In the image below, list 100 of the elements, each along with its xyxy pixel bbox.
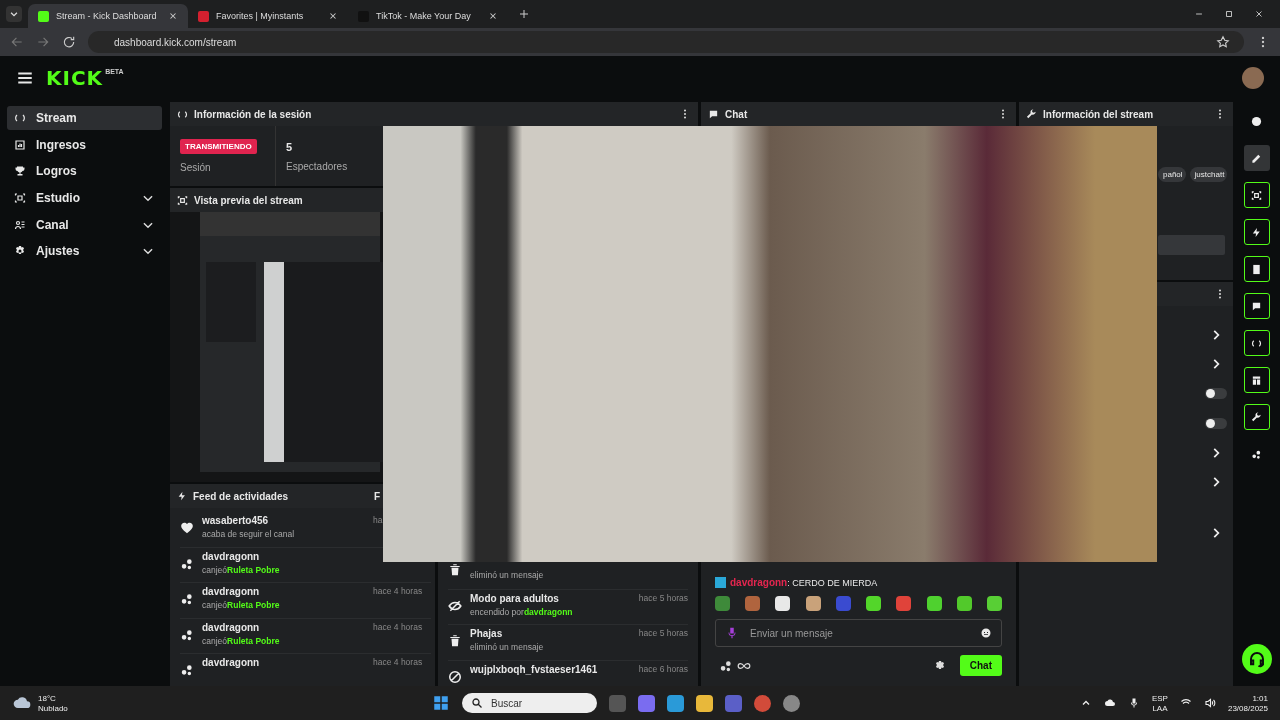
send-button[interactable]: Chat — [959, 655, 1002, 676]
username: davdragonn — [202, 657, 261, 668]
tag[interactable]: justchatt — [1189, 167, 1228, 182]
input-field[interactable] — [1158, 235, 1225, 255]
rail-button[interactable] — [1243, 330, 1270, 356]
username: wasaberto456 — [202, 515, 270, 526]
sidebar-item[interactable]: Logros — [7, 159, 162, 184]
wrench-icon — [1251, 411, 1262, 423]
chat-message: davdragonn: CERDO DE MIERDA — [730, 577, 878, 588]
trophy-icon — [14, 165, 26, 178]
headset-icon — [1247, 650, 1266, 668]
emote-icon[interactable] — [805, 596, 821, 611]
frame-icon — [14, 192, 26, 205]
windows-start-icon[interactable] — [432, 694, 450, 712]
trash-icon — [448, 563, 462, 577]
message-field[interactable]: Enviar un mensaje — [715, 619, 1002, 647]
tab-list-button[interactable] — [6, 6, 22, 22]
maximize-icon[interactable] — [1224, 9, 1234, 19]
timestamp: hace 5 horas — [638, 628, 688, 638]
frame-icon — [177, 194, 188, 206]
emote-icon[interactable] — [926, 596, 942, 611]
dots-icon — [180, 556, 194, 571]
emote-icon[interactable] — [986, 596, 1002, 611]
timestamp: hace 6 horas — [638, 663, 688, 674]
pencil-icon — [1251, 152, 1262, 164]
search-icon — [471, 697, 483, 709]
browser-icon[interactable] — [754, 694, 771, 712]
folder-icon[interactable] — [696, 694, 713, 712]
dots-icon — [180, 663, 194, 677]
live-badge: TRANSMITIENDO — [180, 139, 257, 154]
cloud-icon[interactable] — [1103, 697, 1116, 709]
browser-tab[interactable]: Stream - Kick Dashboard — [28, 4, 188, 28]
event-text: eliminó un mensaje — [470, 642, 545, 652]
app-icon[interactable] — [725, 694, 742, 712]
eye-off-icon — [448, 598, 462, 613]
app-icon[interactable] — [783, 694, 800, 712]
chevron-down-icon — [9, 9, 19, 19]
star-icon[interactable] — [1216, 35, 1230, 49]
app-icon[interactable] — [667, 694, 684, 712]
rail-button[interactable] — [1243, 182, 1270, 208]
rail-button[interactable] — [1243, 367, 1270, 393]
new-tab-icon[interactable] — [518, 8, 530, 20]
dots-icon — [1251, 448, 1262, 460]
clock[interactable]: 1:01 23/08/2025 — [1227, 693, 1268, 713]
dots-icon[interactable] — [719, 658, 733, 673]
lightning-icon — [177, 491, 187, 501]
language-indicator[interactable]: ESP LAA — [1151, 693, 1168, 713]
rail-button[interactable] — [1243, 256, 1270, 282]
close-icon[interactable] — [488, 11, 498, 21]
temperature: 18°C — [38, 693, 57, 703]
tag[interactable]: pañol — [1158, 167, 1186, 182]
toggle-switch[interactable] — [1205, 417, 1227, 429]
panel-tab[interactable]: F — [373, 490, 380, 502]
sidebar-item[interactable]: Estudio — [7, 186, 162, 211]
close-icon[interactable] — [328, 11, 338, 21]
forward-icon[interactable] — [36, 35, 50, 49]
close-icon[interactable] — [168, 11, 178, 21]
people-icon — [14, 218, 26, 231]
username: davdragonn — [202, 550, 261, 562]
toggle-switch[interactable] — [1205, 388, 1227, 400]
rail-button[interactable] — [1243, 293, 1270, 319]
volume-icon[interactable] — [1203, 697, 1216, 709]
event-title: Modo para adultos — [470, 592, 560, 604]
app-icon[interactable] — [638, 694, 655, 712]
sidebar-item[interactable]: Canal — [7, 212, 162, 237]
timestamp: hace 4 horas — [373, 621, 424, 632]
emoji-icon[interactable] — [980, 627, 992, 639]
avatar[interactable] — [1242, 67, 1264, 89]
dots-icon — [180, 627, 194, 642]
chat-icon — [1251, 300, 1262, 312]
logo[interactable]: KICK — [46, 66, 104, 90]
broadcast-icon — [1251, 337, 1262, 349]
help-button[interactable] — [1241, 644, 1272, 674]
close-icon[interactable] — [1254, 9, 1264, 19]
sidebar-item[interactable]: Stream — [7, 106, 162, 130]
layout-icon — [1251, 374, 1262, 386]
timestamp: hace 4 horas — [373, 586, 424, 596]
emote-icon[interactable] — [956, 596, 972, 611]
emote-icon[interactable] — [775, 596, 791, 611]
activity-text: canjeóRuleta Pobre — [202, 564, 281, 575]
emote-icon[interactable] — [866, 596, 882, 611]
browser-tab[interactable]: Favorites | Myinstants — [188, 4, 348, 28]
viewers-label: Espectadores — [286, 160, 348, 172]
back-icon[interactable] — [10, 35, 24, 49]
browser-tab[interactable]: TikTok - Make Your Day — [348, 4, 508, 28]
sidebar-item[interactable]: Ingresos — [7, 132, 162, 157]
event-title: wujplxboqh_fvstaeser1461 — [470, 663, 599, 675]
address-bar[interactable]: dashboard.kick.com/stream — [88, 31, 1244, 53]
sidebar-item[interactable]: Ajustes — [7, 239, 162, 264]
rail-button[interactable] — [1243, 219, 1270, 245]
rail-button[interactable] — [1243, 404, 1270, 430]
broadcast-icon — [177, 108, 188, 120]
timestamp: ha — [373, 515, 384, 525]
activity-text: acaba de seguir el canal — [202, 529, 296, 539]
search-field[interactable]: Buscar — [462, 693, 597, 713]
rail-button[interactable] — [1243, 145, 1270, 171]
block-icon — [448, 669, 462, 684]
reload-icon[interactable] — [62, 35, 76, 49]
event-text: encendido pordavdragonn — [470, 606, 574, 617]
settings-icon[interactable] — [933, 659, 946, 672]
